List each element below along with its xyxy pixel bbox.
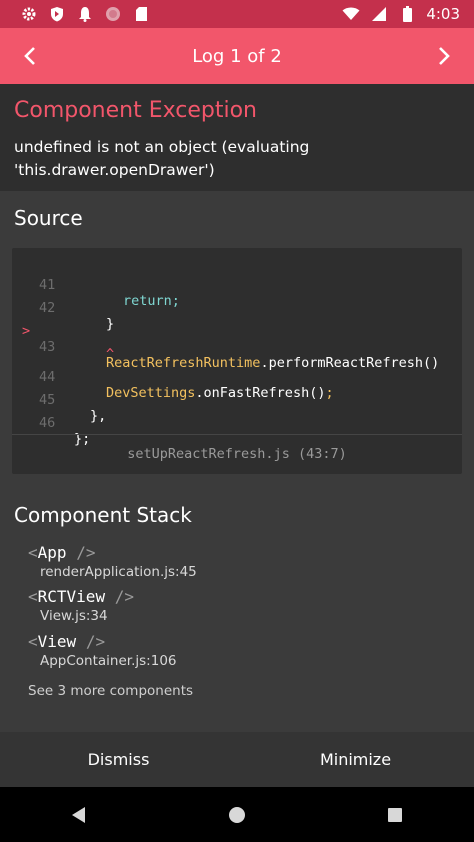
stack-frame[interactable]: <View /> AppContainer.js:106	[28, 632, 177, 669]
exception-panel: Component Exception undefined is not an …	[0, 84, 474, 191]
battery-icon	[398, 5, 416, 23]
component-file: AppContainer.js:106	[40, 653, 177, 669]
footer-actions: Dismiss Minimize	[0, 732, 474, 787]
component-name: RCTView	[37, 587, 106, 606]
component-name-row: <App />	[28, 543, 197, 562]
tag-close: />	[76, 543, 96, 562]
signal-icon	[370, 5, 388, 23]
sd-card-icon	[132, 5, 150, 23]
exception-title: Component Exception	[14, 98, 257, 123]
component-name-row: <View />	[28, 632, 177, 651]
code-line: 46 };	[12, 399, 462, 447]
home-button[interactable]	[213, 791, 261, 839]
component-name: App	[37, 543, 67, 562]
status-bar: 4:03	[0, 0, 474, 28]
notification-bell-icon	[76, 5, 94, 23]
record-dot-icon	[104, 5, 122, 23]
home-circle-icon	[229, 806, 245, 823]
code-line: 41 return;	[12, 261, 462, 309]
chevron-right-icon	[439, 47, 450, 65]
code-line-highlighted: > 43 ReactRefreshRuntime.performReactRef…	[12, 307, 462, 371]
minimize-button[interactable]: Minimize	[237, 732, 474, 787]
recents-square-icon	[388, 807, 402, 822]
exception-message: undefined is not an object (evaluating '…	[14, 138, 310, 179]
component-name-row: <RCTView />	[28, 587, 134, 606]
system-nav-bar	[0, 787, 474, 842]
divider	[12, 434, 462, 435]
code-line: 42 }	[12, 284, 462, 332]
code-line-caret: ^	[12, 330, 462, 362]
settings-icon	[20, 5, 38, 23]
source-file-location[interactable]: setUpReactRefresh.js (43:7)	[12, 446, 462, 462]
tag-open: <	[28, 543, 38, 562]
next-log-button[interactable]	[416, 28, 472, 84]
source-heading: Source	[14, 206, 83, 230]
status-time: 4:03	[426, 5, 460, 23]
dismiss-button[interactable]: Dismiss	[0, 732, 237, 787]
code-frame[interactable]: 41 return; 42 } > 43 ReactRefreshRuntime…	[12, 248, 462, 474]
chevron-left-icon	[24, 47, 35, 65]
see-more-components-button[interactable]: See 3 more components	[28, 683, 193, 699]
back-triangle-icon	[72, 806, 85, 823]
previous-log-button[interactable]	[2, 28, 58, 84]
tag-open: <	[28, 587, 38, 606]
component-file: renderApplication.js:45	[40, 564, 197, 580]
tag-close: />	[85, 632, 106, 651]
log-counter: Log 1 of 2	[192, 45, 282, 67]
stack-frame[interactable]: <App /> renderApplication.js:45	[28, 543, 197, 580]
log-header: Log 1 of 2	[0, 28, 474, 84]
wifi-icon	[342, 5, 360, 23]
tag-close: />	[114, 587, 134, 606]
line-number: 46	[39, 415, 56, 431]
back-button[interactable]	[55, 791, 103, 839]
code-line: 45 },	[12, 376, 462, 424]
component-stack-heading: Component Stack	[14, 503, 192, 527]
code-line: 44 DevSettings.onFastRefresh();	[12, 353, 462, 401]
tag-open: <	[28, 632, 38, 651]
stack-frame[interactable]: <RCTView /> View.js:34	[28, 587, 134, 624]
recents-button[interactable]	[371, 791, 419, 839]
component-name: View	[37, 632, 77, 651]
shield-icon	[48, 5, 66, 23]
component-file: View.js:34	[40, 608, 108, 624]
